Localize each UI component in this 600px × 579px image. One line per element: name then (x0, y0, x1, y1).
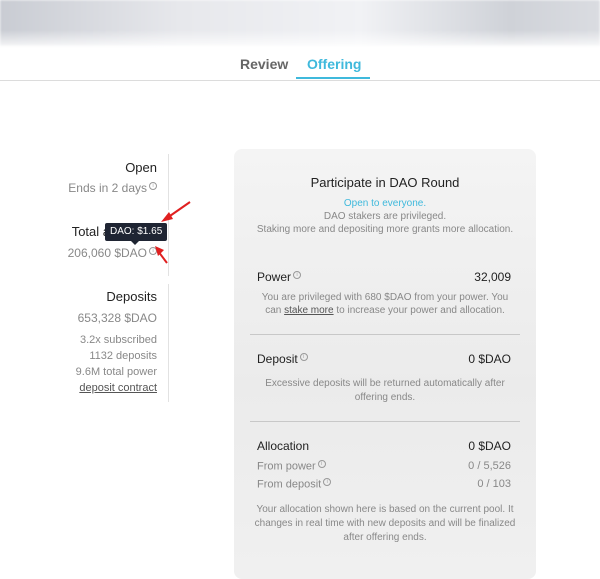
active-tab-indicator (296, 77, 370, 79)
from-deposit-label: From deposit i (257, 478, 332, 491)
allocation-label: Allocation (257, 439, 310, 453)
from-power-label: From power i (257, 460, 326, 473)
annotation-arrows (155, 201, 191, 264)
info-icon[interactable]: i (293, 271, 302, 279)
stake-more-link[interactable]: stake more (284, 305, 333, 316)
deposit-count: 1132 deposits (89, 350, 157, 362)
open-note: Open to everyone. (343, 198, 427, 209)
info-icon[interactable]: i (299, 353, 308, 361)
deposits-title: Deposits (106, 289, 157, 304)
power-value: 32,009 (474, 270, 511, 284)
info-icon[interactable]: i (317, 460, 326, 468)
subscribed-text: 3.2x subscribed (79, 334, 157, 346)
from-power-value: 0 / 5,526 (468, 460, 511, 472)
deposits-value: 653,328 $DAO (77, 311, 157, 325)
open-title: Open (125, 160, 157, 175)
power-note-prefix: can (265, 305, 282, 316)
participate-panel: Participate in DAO Round Open to everyon… (234, 149, 536, 579)
from-deposit-value: 0 / 103 (477, 478, 511, 490)
power-label: Power i (257, 270, 302, 284)
total-value: 206,060 $DAO i (68, 246, 157, 260)
info-icon[interactable]: i (149, 182, 157, 190)
deposit-contract-link[interactable]: deposit contract (79, 382, 157, 394)
separator (250, 334, 520, 335)
deposit-label-text: Deposit (257, 352, 298, 366)
ends-in-text: Ends in 2 days (68, 181, 147, 195)
deposit-note-line2: offering ends. (354, 392, 416, 403)
allocation-note-line2: changes in real time with new deposits a… (254, 518, 516, 529)
open-subtitle: Ends in 2 days i (68, 181, 157, 195)
allocation-note-line1: Your allocation shown here is based on t… (256, 504, 514, 515)
total-amount: 206,060 $DAO (67, 246, 147, 260)
tab-review[interactable]: Review (240, 56, 288, 72)
staking-note: Staking more and depositing more grants … (256, 224, 514, 235)
total-power: 9.6M total power (75, 366, 157, 378)
from-power-text: From power (257, 460, 316, 473)
separator (250, 421, 520, 422)
panel-title: Participate in DAO Round (310, 175, 460, 190)
tab-offering[interactable]: Offering (307, 56, 361, 72)
power-note-suffix: to increase your power and allocation. (336, 305, 505, 316)
deposit-label: Deposit i (257, 352, 308, 366)
divider (168, 284, 169, 402)
power-note-line1: You are privileged with 680 $DAO from yo… (261, 292, 509, 303)
power-label-text: Power (257, 270, 292, 284)
power-note-line2: can stake more to increase your power an… (234, 305, 536, 316)
allocation-note-line3: after offering ends. (343, 532, 427, 543)
stakers-note: DAO stakers are privileged. (323, 211, 447, 222)
deposit-value: 0 $DAO (468, 352, 511, 366)
info-icon[interactable]: i (323, 478, 332, 486)
from-deposit-text: From deposit (257, 478, 322, 491)
tab-bar: Review Offering (0, 46, 600, 81)
allocation-value: 0 $DAO (468, 439, 511, 453)
deposit-note-line1: Excessive deposits will be returned auto… (265, 378, 505, 389)
